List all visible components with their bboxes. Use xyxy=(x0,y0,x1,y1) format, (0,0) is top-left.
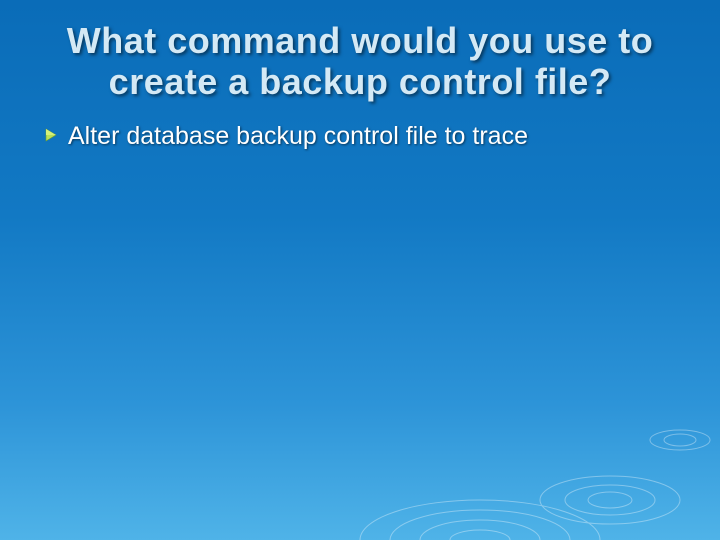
ripple-decoration xyxy=(240,340,720,540)
bullet-item: Alter database backup control file to tr… xyxy=(40,121,680,151)
chevron-right-icon xyxy=(44,127,60,148)
slide-title: What command would you use to create a b… xyxy=(40,20,680,103)
bullet-text: Alter database backup control file to tr… xyxy=(68,121,528,151)
slide: What command would you use to create a b… xyxy=(0,0,720,540)
